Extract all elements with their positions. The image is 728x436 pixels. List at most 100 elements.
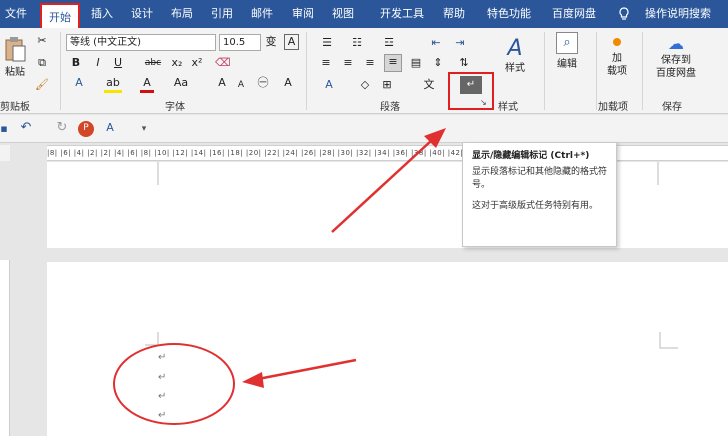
separator [306, 32, 307, 110]
text-effects-icon[interactable]: A [102, 121, 118, 135]
asian-typography-icon[interactable]: 文 [420, 78, 438, 92]
char-shading-icon[interactable]: A [280, 76, 296, 90]
baidu-cloud-icon: ☁ [668, 34, 684, 53]
styles-icon: A [507, 36, 523, 61]
tooltip-note: 这对于高级版式任务特别有用。 [472, 201, 599, 211]
tab-insert[interactable]: 插入 [86, 0, 118, 28]
powerpoint-icon[interactable]: P [78, 121, 94, 137]
decrease-indent-icon[interactable]: ⇤ [428, 36, 444, 50]
font-name-select[interactable]: 等线 (中文正文) [66, 34, 216, 51]
sort-icon[interactable]: ⇅ [456, 56, 472, 70]
paragraph-mark: ↵ [158, 391, 167, 402]
paste-button[interactable]: 粘贴 [2, 36, 28, 79]
clear-format-icon[interactable]: ⌫ [215, 56, 231, 70]
text-effect-icon[interactable]: A [70, 76, 88, 90]
highlight-icon[interactable]: ab [104, 76, 122, 93]
strikethrough-button[interactable]: abc [144, 56, 162, 70]
bold-button[interactable]: B [70, 56, 82, 70]
addins-label-line1: 加 [612, 53, 622, 64]
tab-design[interactable]: 设计 [126, 0, 158, 28]
increase-indent-icon[interactable]: ⇥ [452, 36, 468, 50]
addins-label-line2: 载项 [607, 66, 627, 77]
undo-icon[interactable]: ↶ [18, 121, 34, 135]
paragraph-mark: ↵ [158, 352, 167, 363]
align-right-icon[interactable]: ≡ [362, 56, 378, 70]
change-case-button[interactable]: Aa [172, 76, 190, 90]
multilevel-list-icon[interactable]: ☲ [380, 36, 398, 50]
align-left-icon[interactable]: ≡ [318, 56, 334, 70]
separator [596, 32, 597, 110]
show-hide-marks-icon: ↵ [460, 76, 482, 94]
vertical-ruler[interactable] [0, 260, 10, 436]
copy-icon[interactable]: ⧉ [35, 56, 49, 70]
addin-icon [613, 38, 621, 46]
save-label-line2: 百度网盘 [656, 68, 696, 79]
borders-icon[interactable]: ⊞ [378, 78, 396, 92]
clipboard-group-label: 剪贴板 [0, 102, 30, 113]
show-hide-marks-button[interactable]: ↵ ↘ [448, 72, 494, 110]
phonetic-guide-icon[interactable]: 变 [264, 35, 278, 49]
font-size-select[interactable]: 10.5 [219, 34, 261, 51]
tab-special-features[interactable]: 特色功能 [480, 0, 538, 28]
horizontal-ruler[interactable]: |8| |6| |4| |2| |2| |4| |6| |8| |10| |12… [47, 145, 728, 161]
tab-view[interactable]: 视图 [327, 0, 359, 28]
grow-font-button[interactable]: A [216, 76, 228, 90]
tab-file[interactable]: 文件 [2, 0, 30, 28]
align-center-icon[interactable]: ≡ [340, 56, 356, 70]
quick-access-toolbar: ▪ ↶ ↻ P A ▾ [0, 115, 728, 143]
save-to-baidu-button[interactable]: ☁ 保存到 百度网盘 [648, 34, 704, 80]
tab-layout[interactable]: 布局 [166, 0, 198, 28]
italic-button[interactable]: I [92, 56, 104, 70]
save-group-label: 保存 [662, 102, 682, 113]
paragraph-mark: ↵ [158, 410, 167, 421]
format-painter-icon[interactable]: 🖌 [35, 78, 49, 92]
tab-baidu-netdisk[interactable]: 百度网盘 [545, 0, 603, 28]
line-spacing-icon[interactable]: ⇕ [430, 56, 446, 70]
page-2[interactable] [47, 262, 728, 436]
tell-me-search[interactable]: 操作说明搜索 [636, 0, 720, 28]
char-border-icon[interactable]: A [284, 34, 299, 50]
numbering-icon[interactable]: ☷ [348, 36, 366, 50]
paste-label: 粘贴 [5, 67, 25, 78]
distributed-icon[interactable]: ▤ [408, 56, 424, 70]
redo-icon[interactable]: ↻ [54, 121, 70, 135]
tab-references[interactable]: 引用 [206, 0, 238, 28]
ribbon: 粘贴 ✂ ⧉ 🖌 剪贴板 等线 (中文正文) 10.5 变 A B I U ab… [0, 28, 728, 114]
tab-home[interactable]: 开始 [40, 3, 80, 28]
styles-button[interactable]: A 样式 [498, 36, 532, 75]
tab-mailings[interactable]: 邮件 [246, 0, 278, 28]
font-color-button[interactable]: A [140, 76, 154, 93]
addins-button[interactable]: 加 载项 [600, 38, 634, 78]
editing-label: 编辑 [557, 59, 577, 70]
lightbulb-icon[interactable] [615, 0, 633, 28]
separator [544, 32, 545, 110]
subscript-button[interactable]: x₂ [170, 56, 184, 70]
tooltip-show-hide-marks: 显示/隐藏编辑标记 (Ctrl+*) 显示段落标记和其他隐藏的格式符号。 这对于… [462, 142, 617, 247]
tab-developer[interactable]: 开发工具 [374, 0, 430, 28]
shading-icon[interactable]: ◇ [356, 78, 374, 92]
find-icon: ⌕ [556, 32, 578, 54]
tooltip-title: 显示/隐藏编辑标记 (Ctrl+*) [472, 151, 590, 161]
font-group-label: 字体 [165, 102, 185, 113]
ruler-corner [0, 145, 10, 161]
bullets-icon[interactable]: ☰ [318, 36, 336, 50]
customize-qat-icon[interactable]: ▾ [138, 122, 150, 136]
paragraph-group-label: 段落 [380, 102, 400, 113]
separator [642, 32, 643, 110]
chinese-layout-icon[interactable]: A [320, 78, 338, 92]
page-1[interactable] [47, 162, 728, 248]
dialog-launcher-icon: ↘ [480, 98, 487, 107]
styles-label: 样式 [505, 63, 525, 74]
tab-help[interactable]: 帮助 [438, 0, 470, 28]
tooltip-description: 显示段落标记和其他隐藏的格式符号。 [472, 167, 608, 190]
underline-button[interactable]: U [112, 56, 124, 70]
save-icon[interactable]: ▪ [0, 122, 8, 136]
tab-review[interactable]: 审阅 [287, 0, 319, 28]
cut-icon[interactable]: ✂ [35, 34, 49, 48]
superscript-button[interactable]: x² [190, 56, 204, 70]
shrink-font-button[interactable]: A [235, 78, 247, 92]
enclose-char-icon[interactable]: ㊀ [255, 76, 271, 90]
editing-button[interactable]: ⌕ 编辑 [550, 32, 584, 71]
justify-icon[interactable]: ≡ [384, 54, 402, 72]
separator [60, 32, 61, 110]
